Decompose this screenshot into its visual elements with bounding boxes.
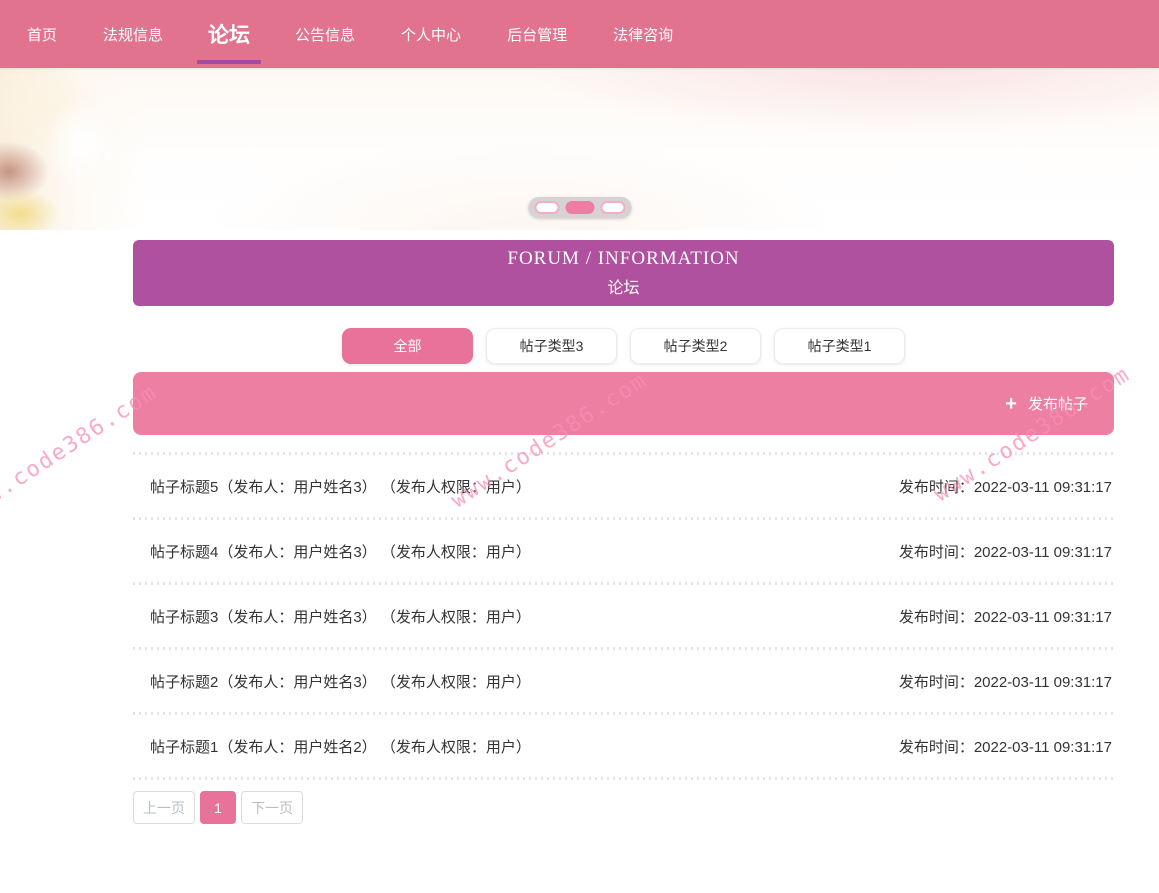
next-page-button[interactable]: 下一页 xyxy=(241,791,303,824)
filter-type-2[interactable]: 帖子类型2 xyxy=(630,328,761,364)
post-title[interactable]: 帖子标题2（发布人：用户姓名3） （发布人权限：用户） xyxy=(150,671,531,692)
post-row[interactable]: 帖子标题3（发布人：用户姓名3） （发布人权限：用户） 发布时间：2022-03… xyxy=(133,585,1114,647)
nav-item-label: 后台管理 xyxy=(507,26,568,44)
post-row[interactable]: 帖子标题1（发布人：用户姓名2） （发布人权限：用户） 发布时间：2022-03… xyxy=(133,715,1114,777)
post-publish-time: 发布时间：2022-03-11 09:31:17 xyxy=(898,608,1112,626)
publish-bar: + 发布帖子 xyxy=(133,372,1114,435)
post-row[interactable]: 帖子标题2（发布人：用户姓名3） （发布人权限：用户） 发布时间：2022-03… xyxy=(133,650,1114,712)
filter-all[interactable]: 全部 xyxy=(342,328,473,364)
section-header: FORUM / INFORMATION 论坛 xyxy=(133,240,1114,306)
nav-item-label: 公告信息 xyxy=(295,26,356,44)
post-publish-time: 发布时间：2022-03-11 09:31:17 xyxy=(898,478,1112,496)
nav-item-label: 个人中心 xyxy=(401,26,462,44)
post-title[interactable]: 帖子标题5（发布人：用户姓名3） （发布人权限：用户） xyxy=(150,476,531,497)
post-publish-time: 发布时间：2022-03-11 09:31:17 xyxy=(898,738,1112,756)
post-type-filters: 全部 帖子类型3 帖子类型2 帖子类型1 xyxy=(133,328,1114,364)
section-title-en: FORUM / INFORMATION xyxy=(507,248,740,269)
flower-image xyxy=(0,68,145,230)
carousel-dot-3[interactable] xyxy=(600,201,625,214)
nav-item-legal-consult[interactable]: 法律咨询 xyxy=(590,0,696,68)
filter-type-1[interactable]: 帖子类型1 xyxy=(774,328,905,364)
post-list: 帖子标题5（发布人：用户姓名3） （发布人权限：用户） 发布时间：2022-03… xyxy=(133,452,1114,780)
top-nav: 首页 法规信息 论坛 公告信息 个人中心 后台管理 法律咨询 xyxy=(0,0,1159,68)
page: 首页 法规信息 论坛 公告信息 个人中心 后台管理 法律咨询 FORUM / I… xyxy=(0,0,1159,893)
carousel-dot-1[interactable] xyxy=(534,201,559,214)
next-page-label: 下一页 xyxy=(251,799,293,816)
active-tab-underline xyxy=(197,60,262,64)
nav-item-personal-center[interactable]: 个人中心 xyxy=(378,0,484,68)
nav-item-label: 法律咨询 xyxy=(613,26,674,44)
publish-post-label: 发布帖子 xyxy=(1027,396,1088,413)
filter-label: 全部 xyxy=(393,338,422,354)
content-container: FORUM / INFORMATION 论坛 全部 帖子类型3 帖子类型2 帖子… xyxy=(133,240,1114,864)
divider xyxy=(133,777,1114,780)
prev-page-button[interactable]: 上一页 xyxy=(133,791,195,824)
nav-item-home[interactable]: 首页 xyxy=(4,0,80,68)
section-title-zh: 论坛 xyxy=(607,280,640,297)
post-row[interactable]: 帖子标题4（发布人：用户姓名3） （发布人权限：用户） 发布时间：2022-03… xyxy=(133,520,1114,582)
publish-post-button[interactable]: + 发布帖子 xyxy=(1005,393,1088,414)
post-row[interactable]: 帖子标题5（发布人：用户姓名3） （发布人权限：用户） 发布时间：2022-03… xyxy=(133,455,1114,517)
post-publish-time: 发布时间：2022-03-11 09:31:17 xyxy=(898,543,1112,561)
filter-label: 帖子类型1 xyxy=(807,338,872,354)
filter-label: 帖子类型3 xyxy=(519,338,584,354)
post-title[interactable]: 帖子标题4（发布人：用户姓名3） （发布人权限：用户） xyxy=(150,541,531,562)
nav-item-regulations[interactable]: 法规信息 xyxy=(80,0,186,68)
post-publish-time: 发布时间：2022-03-11 09:31:17 xyxy=(898,673,1112,691)
post-title[interactable]: 帖子标题1（发布人：用户姓名2） （发布人权限：用户） xyxy=(150,736,531,757)
prev-page-label: 上一页 xyxy=(143,799,185,816)
nav-item-label: 论坛 xyxy=(208,24,251,47)
carousel-dots xyxy=(528,197,631,218)
page-number-label: 1 xyxy=(214,799,222,816)
nav-item-label: 首页 xyxy=(27,26,58,44)
filter-label: 帖子类型2 xyxy=(663,338,728,354)
post-title[interactable]: 帖子标题3（发布人：用户姓名3） （发布人权限：用户） xyxy=(150,606,531,627)
nav-item-admin[interactable]: 后台管理 xyxy=(484,0,590,68)
nav-item-forum[interactable]: 论坛 xyxy=(186,0,272,68)
carousel-dot-2-active[interactable] xyxy=(565,201,594,214)
hero-banner xyxy=(0,68,1159,230)
pagination: 上一页 1 下一页 xyxy=(133,791,1114,864)
plus-icon: + xyxy=(1005,392,1017,415)
nav-item-label: 法规信息 xyxy=(103,26,164,44)
filter-type-3[interactable]: 帖子类型3 xyxy=(486,328,617,364)
page-number-1[interactable]: 1 xyxy=(200,791,236,824)
nav-item-announcements[interactable]: 公告信息 xyxy=(272,0,378,68)
